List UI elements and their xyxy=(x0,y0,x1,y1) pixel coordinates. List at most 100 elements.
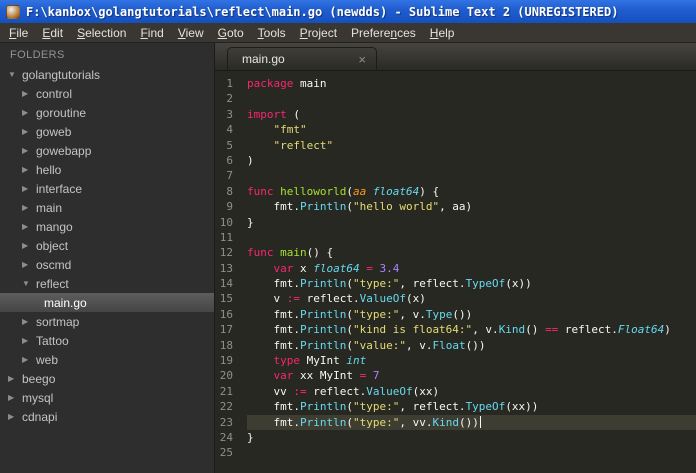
code-line-14[interactable]: 14 fmt.Println("type:", reflect.TypeOf(x… xyxy=(215,276,696,291)
tree-item-label: cdnapi xyxy=(22,409,58,424)
line-number: 9 xyxy=(226,200,233,214)
menu-selection[interactable]: Selection xyxy=(70,24,133,42)
code-line-17[interactable]: 17 fmt.Println("kind is float64:", v.Kin… xyxy=(215,322,696,337)
line-number: 19 xyxy=(219,354,233,368)
tree-item-label: gowebapp xyxy=(36,143,92,158)
menu-goto[interactable]: Goto xyxy=(211,24,251,42)
code-line-18[interactable]: 18 fmt.Println("value:", v.Float()) xyxy=(215,338,696,353)
tree-item-main-go[interactable]: main.go xyxy=(0,293,214,312)
code-line-21[interactable]: 21 vv := reflect.ValueOf(xx) xyxy=(215,384,696,399)
chevron-right-icon[interactable]: ▶ xyxy=(22,317,36,326)
line-number: 10 xyxy=(219,215,233,229)
chevron-right-icon[interactable]: ▶ xyxy=(22,146,36,155)
tree-item-gowebapp[interactable]: ▶ gowebapp xyxy=(0,141,214,160)
chevron-down-icon[interactable]: ▼ xyxy=(8,70,22,79)
tree-item-goroutine[interactable]: ▶ goroutine xyxy=(0,103,214,122)
chevron-right-icon[interactable]: ▶ xyxy=(8,374,22,383)
tree-item-web[interactable]: ▶ web xyxy=(0,350,214,369)
line-text: fmt.Println("type:", reflect.TypeOf(xx)) xyxy=(247,400,539,414)
menu-project[interactable]: Project xyxy=(293,24,344,42)
tree-item-control[interactable]: ▶ control xyxy=(0,84,214,103)
chevron-right-icon[interactable]: ▶ xyxy=(22,241,36,250)
code-line-10[interactable]: 10} xyxy=(215,215,696,230)
code-line-22[interactable]: 22 fmt.Println("type:", reflect.TypeOf(x… xyxy=(215,399,696,414)
menu-find[interactable]: Find xyxy=(133,24,170,42)
code-line-7[interactable]: 7 xyxy=(215,168,696,183)
chevron-right-icon[interactable]: ▶ xyxy=(22,336,36,345)
menu-preferences[interactable]: Preferences xyxy=(344,24,423,42)
line-text: "fmt" xyxy=(273,123,307,137)
line-number: 2 xyxy=(226,92,233,106)
chevron-right-icon[interactable]: ▶ xyxy=(22,222,36,231)
code-line-3[interactable]: 3 import ( xyxy=(215,107,696,122)
tree-item-sortmap[interactable]: ▶ sortmap xyxy=(0,312,214,331)
folder-tree: ▼ golangtutorials ▶ control ▶ goroutine ▶ goweb… xyxy=(0,65,214,426)
chevron-right-icon[interactable]: ▶ xyxy=(22,127,36,136)
menu-tools[interactable]: Tools xyxy=(251,24,293,42)
tree-item-reflect[interactable]: ▼ reflect xyxy=(0,274,214,293)
code-line-20[interactable]: 20 var xx MyInt = 7 xyxy=(215,368,696,383)
code-line-9[interactable]: 9 fmt.Println("hello world", aa) xyxy=(215,199,696,214)
chevron-right-icon[interactable]: ▶ xyxy=(22,355,36,364)
code-line-16[interactable]: 16 fmt.Println("type:", v.Type()) xyxy=(215,307,696,322)
tree-item-oscmd[interactable]: ▶ oscmd xyxy=(0,255,214,274)
code-line-25[interactable]: 25 xyxy=(215,445,696,460)
code-line-15[interactable]: 15 v := reflect.ValueOf(x) xyxy=(215,291,696,306)
line-text: var xx MyInt = 7 xyxy=(273,369,380,383)
tree-item-label: main xyxy=(36,200,63,215)
code-line-4[interactable]: 4 "fmt" xyxy=(215,122,696,137)
line-text xyxy=(247,230,696,245)
tree-item-tattoo[interactable]: ▶ Tattoo xyxy=(0,331,214,350)
chevron-right-icon[interactable]: ▶ xyxy=(8,412,22,421)
tree-item-interface[interactable]: ▶ interface xyxy=(0,179,214,198)
code-line-19[interactable]: 19 type MyInt int xyxy=(215,353,696,368)
tree-item-cdnapi[interactable]: ▶ cdnapi xyxy=(0,407,214,426)
code-line-24[interactable]: 24} xyxy=(215,430,696,445)
code-line-12[interactable]: 12 func main() { xyxy=(215,245,696,260)
chevron-right-icon[interactable]: ▶ xyxy=(22,89,36,98)
tree-item-main[interactable]: ▶ main xyxy=(0,198,214,217)
tree-item-golangtutorials[interactable]: ▼ golangtutorials xyxy=(0,65,214,84)
menu-file[interactable]: File xyxy=(2,24,35,42)
menu-help[interactable]: Help xyxy=(423,24,462,42)
tree-item-object[interactable]: ▶ object xyxy=(0,236,214,255)
tree-item-mysql[interactable]: ▶ mysql xyxy=(0,388,214,407)
code-line-13[interactable]: 13 var x float64 = 3.4 xyxy=(215,261,696,276)
line-number: 5 xyxy=(226,138,233,152)
tree-item-label: interface xyxy=(36,181,83,196)
line-text: func main() { xyxy=(247,246,334,260)
tree-item-goweb[interactable]: ▶ goweb xyxy=(0,122,214,141)
tree-item-mango[interactable]: ▶ mango xyxy=(0,217,214,236)
chevron-right-icon[interactable]: ▶ xyxy=(22,165,36,174)
chevron-right-icon[interactable]: ▶ xyxy=(22,260,36,269)
tab-bar: main.go × xyxy=(215,43,696,71)
chevron-right-icon[interactable]: ▶ xyxy=(8,393,22,402)
chevron-down-icon[interactable]: ▼ xyxy=(22,279,36,288)
main-area: FOLDERS ▼ golangtutorials ▶ control ▶ gorouti… xyxy=(0,43,696,473)
code-line-2[interactable]: 2 xyxy=(215,91,696,106)
line-text: func helloworld(aa float64) { xyxy=(247,184,440,198)
line-text: fmt.Println("hello world", aa) xyxy=(247,200,473,214)
tree-item-beego[interactable]: ▶ beego xyxy=(0,369,214,388)
line-text: var x float64 = 3.4 xyxy=(273,261,400,275)
code-line-8[interactable]: 8 func helloworld(aa float64) { xyxy=(215,184,696,199)
chevron-right-icon[interactable]: ▶ xyxy=(22,203,36,212)
code-line-1[interactable]: 1 package main xyxy=(215,76,696,91)
title-bar[interactable]: F:\kanbox\golangtutorials\reflect\main.g… xyxy=(0,0,696,23)
menu-view[interactable]: View xyxy=(171,24,211,42)
tab-main-go[interactable]: main.go × xyxy=(227,47,377,70)
chevron-right-icon[interactable]: ▶ xyxy=(22,184,36,193)
line-text: ) xyxy=(247,153,254,167)
menu-edit[interactable]: Edit xyxy=(35,24,70,42)
tree-item-hello[interactable]: ▶ hello xyxy=(0,160,214,179)
tab-close-icon[interactable]: × xyxy=(356,53,368,66)
text-cursor xyxy=(479,415,481,428)
code-line-5[interactable]: 5 "reflect" xyxy=(215,138,696,153)
code-editor[interactable]: 1 package main 2 3 import (4 "fmt" 5 "reflect… xyxy=(215,71,696,473)
code-line-23[interactable]: 23 fmt.Println("type:", vv.Kind()) xyxy=(215,414,696,430)
chevron-right-icon[interactable]: ▶ xyxy=(22,108,36,117)
code-line-6[interactable]: 6) xyxy=(215,153,696,168)
code-line-11[interactable]: 11 xyxy=(215,230,696,245)
tree-item-label: object xyxy=(36,238,69,253)
line-number: 12 xyxy=(219,246,233,260)
